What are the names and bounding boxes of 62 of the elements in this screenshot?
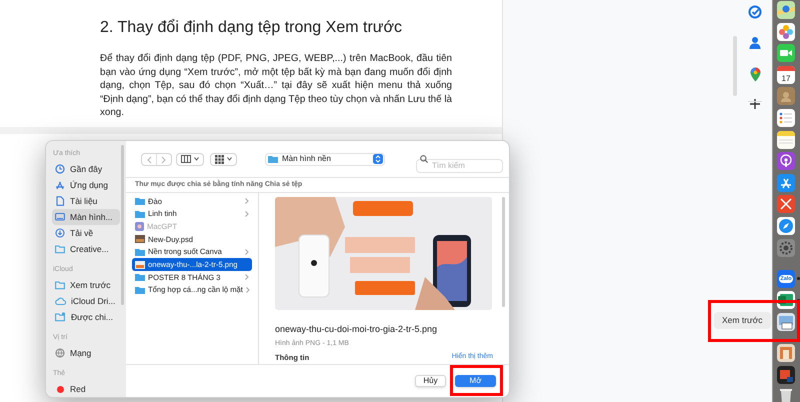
flower-app-icon[interactable] (777, 22, 795, 41)
download-icon (55, 228, 65, 238)
image-file-icon (135, 260, 145, 269)
folder-icon (268, 155, 278, 163)
video-camera-app-icon[interactable] (777, 44, 795, 62)
editor-app-icon[interactable] (777, 366, 795, 384)
location-popup[interactable]: Màn hình nền (265, 152, 385, 166)
search-field[interactable]: Tìm kiếm (416, 158, 503, 172)
plus-icon[interactable] (749, 98, 761, 110)
columns-icon (181, 155, 191, 163)
check-circle-icon[interactable] (748, 5, 762, 19)
list-app-icon[interactable] (777, 108, 795, 127)
map-app-icon[interactable] (777, 1, 795, 19)
image-viewer-app-icon[interactable] (777, 312, 795, 331)
sidebar-item[interactable]: Gần đây (52, 161, 120, 177)
stepper-icon (373, 154, 383, 164)
sidebar-item[interactable]: iCloud Dri... (52, 293, 120, 309)
person-icon[interactable] (749, 36, 761, 50)
document-heading: 2. Thay đổi định dạng tệp trong Xem trước (100, 18, 402, 38)
cloud-icon (55, 296, 66, 306)
document-icon (55, 196, 65, 206)
sidebar-item[interactable]: Xem trước (52, 277, 120, 293)
chevron-right-icon (245, 249, 249, 256)
calendar-app-icon[interactable]: 17 (777, 66, 795, 84)
cancel-button[interactable]: Hủy (415, 375, 446, 387)
sidebar-item[interactable]: Màn hình... (52, 209, 120, 225)
trash-icon[interactable] (777, 387, 795, 402)
sidebar-item[interactable]: Ứng dụng (52, 177, 120, 193)
monitor-icon (55, 212, 65, 222)
sidebar-item[interactable]: Mạng (52, 345, 120, 361)
triangle-lines-icon (55, 180, 65, 190)
compass-app-icon[interactable] (777, 216, 795, 235)
podcast-app-icon[interactable] (777, 152, 795, 170)
notepad-app-icon[interactable] (777, 130, 795, 149)
file-name: oneway-thu-cu-doi-moi-tro-gia-2-tr-5.png (275, 323, 438, 336)
sidebar-item[interactable]: Được chi... (52, 309, 120, 325)
clock-icon (55, 164, 65, 174)
caret-icon (194, 157, 199, 161)
sidebar-item[interactable]: Tải về (52, 225, 120, 241)
folder-icon (55, 244, 65, 254)
sidebar-item[interactable]: Tài liệu (52, 193, 120, 209)
app-icon (135, 222, 144, 232)
shared-folder-icon (55, 312, 66, 322)
grid-view-button[interactable] (210, 152, 237, 166)
map-pin-icon[interactable] (750, 67, 760, 82)
cross-app-icon[interactable] (777, 195, 795, 214)
photo-thumbnail-icon[interactable] (777, 344, 795, 362)
caret-icon (227, 157, 232, 161)
search-icon (420, 155, 428, 163)
gear-app-icon[interactable] (777, 238, 795, 257)
folder-icon (55, 280, 65, 290)
globe-icon (55, 348, 65, 358)
image-file-icon (135, 235, 145, 244)
document-paragraph: Để thay đổi định dạng tệp (PDF, PNG, JPEG, WEBP,...) trên MacBook, đầu tiên bạn vào ứng dụng “Xem trước”, mở một tệp bất kỳ mà bạn đang muốn đổi định dạng, chọn Tệp, sau đó chọn “Xuất…” tại đây sẽ xuất hiện menu thả xuống “Định dạng”, bạn có thể thay đổi định dạng Tệp theo tùy chọn và nhấn Lưu thế là xong. (100, 52, 452, 120)
tooltip: Xem trước (714, 312, 771, 329)
app-store-icon[interactable] (777, 174, 795, 192)
sidebar-item[interactable]: Red (52, 381, 120, 397)
grid-icon (215, 154, 224, 164)
open-button[interactable]: Mở (455, 375, 496, 387)
sidebar-item[interactable]: Creative... (52, 241, 120, 257)
column-view-button[interactable] (176, 152, 204, 166)
highlight-frame (450, 365, 503, 396)
